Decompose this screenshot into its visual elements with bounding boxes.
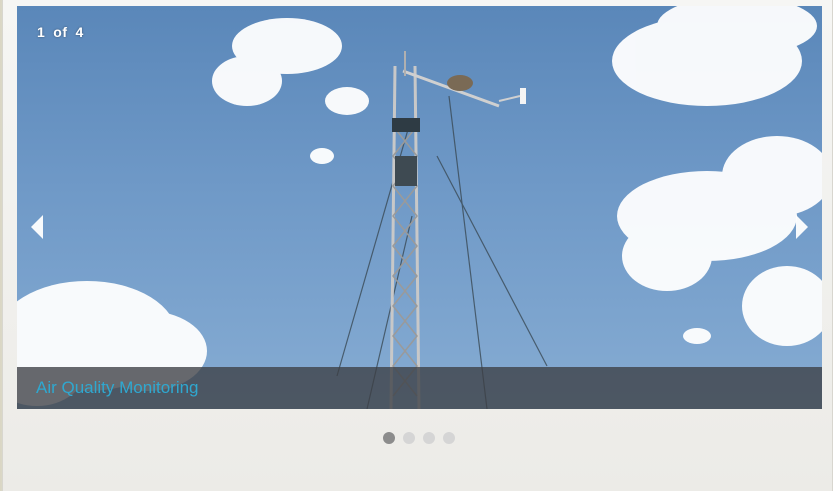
slide-photo — [17, 6, 822, 409]
chevron-right-icon — [796, 215, 808, 239]
slide-caption[interactable]: Air Quality Monitoring — [36, 378, 199, 398]
slide-image: 1 of 4 Air Quality Monitoring — [17, 6, 822, 409]
slide-pager — [383, 432, 455, 446]
slide-counter: 1 of 4 — [37, 24, 92, 40]
chevron-left-icon — [31, 215, 43, 239]
previous-slide-button[interactable] — [29, 212, 49, 242]
counter-current: 1 — [37, 24, 46, 40]
caption-bar: Air Quality Monitoring — [17, 367, 822, 409]
pager-dot-2[interactable] — [403, 432, 415, 444]
pager-dot-3[interactable] — [423, 432, 435, 444]
pager-dot-4[interactable] — [443, 432, 455, 444]
pager-dot-1[interactable] — [383, 432, 395, 444]
counter-total: 4 — [75, 24, 84, 40]
slider-frame: 1 of 4 Air Quality Monitoring — [2, 0, 833, 491]
next-slide-button[interactable] — [790, 212, 810, 242]
counter-separator: of — [53, 24, 68, 40]
